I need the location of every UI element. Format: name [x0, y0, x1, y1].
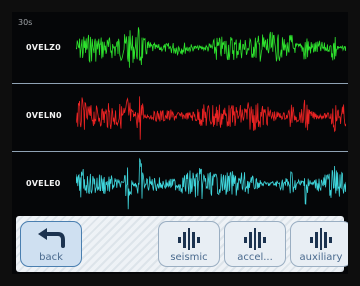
back-button[interactable]: back [20, 221, 82, 267]
waveform-trace [76, 157, 346, 210]
waveform-icon [178, 228, 200, 250]
auxiliary-button[interactable]: auxiliary [290, 221, 348, 267]
back-button-label: back [39, 252, 63, 263]
waveform-trace [76, 96, 346, 140]
seismic-button[interactable]: seismic [158, 221, 220, 267]
waveform-z [76, 27, 346, 68]
waveform-n [76, 96, 346, 140]
channel-z: 0VELZ0 [12, 16, 348, 80]
channel-n: 0VELN0 [12, 84, 348, 148]
accel-button-label: accel... [237, 252, 273, 263]
channel-label: 0VELE0 [26, 179, 61, 188]
undo-arrow-icon [38, 228, 65, 248]
bottom-toolbar: back seismic accel... auxiliary [16, 216, 348, 272]
waveform-trace [76, 27, 346, 68]
channel-label: 0VELZ0 [26, 43, 61, 52]
waveform-icon [244, 228, 266, 250]
seismic-button-label: seismic [170, 252, 208, 263]
waveform-e [76, 157, 346, 210]
channel-e: 0VELE0 [12, 152, 348, 216]
auxiliary-button-label: auxiliary [299, 252, 343, 263]
channel-label: 0VELN0 [26, 111, 62, 120]
accel-button[interactable]: accel... [224, 221, 286, 267]
seismograph-screen: 30s 0VELZ0 0VELN0 0VELE0 back seismic ac… [12, 12, 348, 274]
waveform-icon [310, 228, 332, 250]
